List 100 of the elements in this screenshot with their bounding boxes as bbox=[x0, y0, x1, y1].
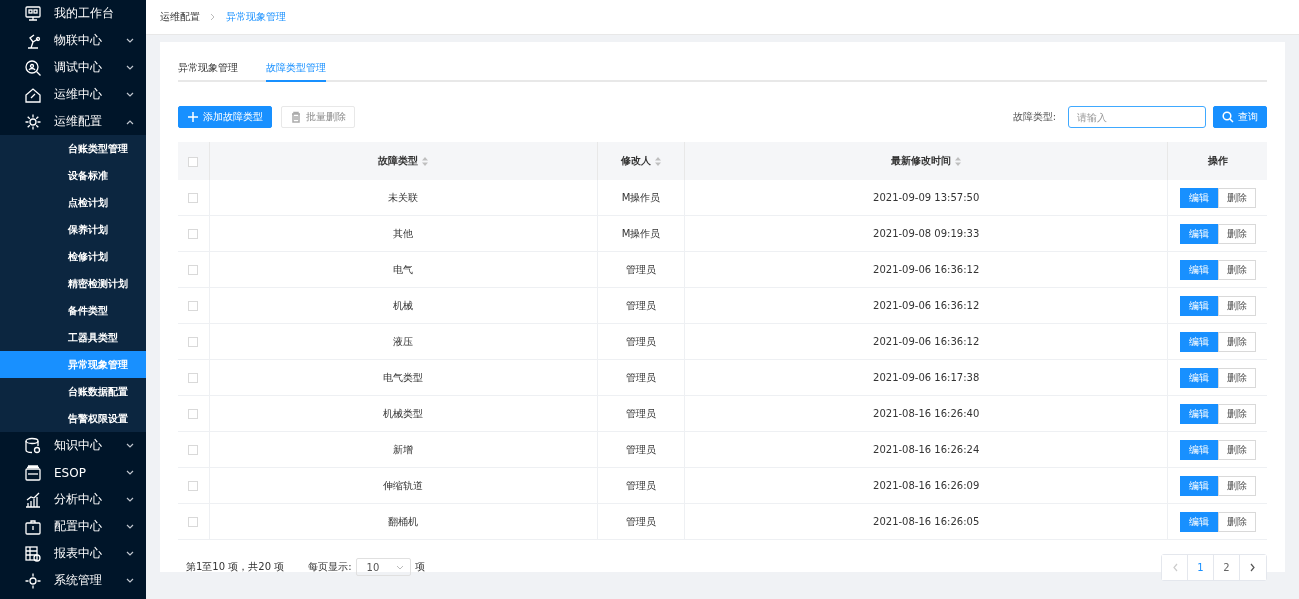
sidebar-menu-item[interactable]: 运维中心 bbox=[0, 81, 146, 108]
sidebar-menu-item[interactable]: 报表中心 bbox=[0, 540, 146, 567]
submenu-item[interactable]: 工器具类型 bbox=[0, 324, 146, 351]
table-cell: 电气类型 bbox=[383, 371, 424, 383]
sidebar-menu-item[interactable]: ESOP bbox=[0, 459, 146, 486]
bar-chart-icon bbox=[24, 490, 42, 509]
row-checkbox[interactable] bbox=[188, 481, 199, 491]
row-checkbox[interactable] bbox=[188, 229, 199, 239]
search-icon bbox=[1222, 111, 1234, 123]
submenu-item[interactable]: 检修计划 bbox=[0, 243, 146, 270]
table-cell: 2021-09-06 16:36:12 bbox=[873, 264, 980, 275]
table-cell: 管理员 bbox=[626, 515, 657, 527]
delete-button[interactable]: 删除 bbox=[1217, 367, 1256, 388]
delete-button[interactable]: 删除 bbox=[1217, 295, 1256, 316]
submenu-item[interactable]: 点检计划 bbox=[0, 189, 146, 216]
delete-button[interactable]: 删除 bbox=[1217, 331, 1256, 352]
column-header: 操作 bbox=[1207, 154, 1228, 168]
table-cell: 其他 bbox=[393, 227, 414, 239]
submenu-item[interactable]: 台账类型管理 bbox=[0, 135, 146, 162]
table-cell: 管理员 bbox=[626, 443, 657, 455]
row-checkbox[interactable] bbox=[188, 373, 199, 383]
sort-icon[interactable] bbox=[955, 156, 962, 166]
page-size-select[interactable]: 10 bbox=[355, 558, 411, 576]
delete-button[interactable]: 删除 bbox=[1217, 511, 1256, 532]
table-cell: 2021-09-06 16:17:38 bbox=[873, 372, 980, 383]
gear-icon bbox=[24, 571, 42, 590]
database-icon bbox=[24, 436, 42, 455]
table-cell: 管理员 bbox=[626, 335, 657, 347]
sidebar-menu-item[interactable]: 系统管理 bbox=[0, 567, 146, 594]
table-cell: 2021-08-16 16:26:40 bbox=[873, 408, 980, 419]
table-cell: 2021-09-06 16:36:12 bbox=[873, 336, 980, 347]
table-cell: M操作员 bbox=[621, 227, 661, 239]
row-checkbox[interactable] bbox=[188, 337, 199, 347]
sidebar-menu-item[interactable]: 我的工作台 bbox=[0, 0, 146, 27]
delete-button[interactable]: 删除 bbox=[1217, 403, 1256, 424]
page-size-label: 每页显示: bbox=[308, 560, 352, 574]
row-checkbox[interactable] bbox=[188, 445, 199, 455]
next-page-button[interactable] bbox=[1240, 554, 1266, 580]
sidebar-menu-item[interactable]: 知识中心 bbox=[0, 432, 146, 459]
table-cell: 2021-09-09 13:57:50 bbox=[873, 192, 980, 203]
table-cell: 2021-09-08 09:19:33 bbox=[873, 228, 980, 239]
table-cell: 2021-09-06 16:36:12 bbox=[873, 300, 980, 311]
monitor-icon bbox=[24, 4, 42, 23]
delete-button[interactable]: 删除 bbox=[1217, 259, 1256, 280]
gear-icon bbox=[24, 112, 42, 131]
sidebar-menu-item[interactable]: 配置中心 bbox=[0, 513, 146, 540]
delete-button[interactable]: 删除 bbox=[1217, 187, 1256, 208]
table-cell: 新增 bbox=[393, 443, 414, 455]
sidebar-menu-item[interactable]: 分析中心 bbox=[0, 486, 146, 513]
fault-type-input[interactable]: 请输入 bbox=[1068, 106, 1206, 128]
submenu-item[interactable]: 告警权限设置 bbox=[0, 405, 146, 432]
chevron-right-icon bbox=[210, 13, 216, 21]
sort-icon[interactable] bbox=[422, 156, 429, 166]
sort-icon[interactable] bbox=[655, 156, 662, 166]
column-header: 最新修改时间 bbox=[891, 154, 952, 168]
submenu-item[interactable]: 备件类型 bbox=[0, 297, 146, 324]
delete-button[interactable]: 删除 bbox=[1217, 475, 1256, 496]
table-cell: 管理员 bbox=[626, 371, 657, 383]
chevron-down-icon bbox=[395, 564, 404, 570]
page-size-unit: 项 bbox=[414, 560, 425, 574]
chevron-right-icon bbox=[1250, 562, 1256, 572]
table-cell: 2021-08-16 16:26:24 bbox=[873, 444, 980, 455]
column-header: 故障类型 bbox=[378, 154, 419, 168]
page-button[interactable]: 2 bbox=[1214, 554, 1240, 580]
table-cell: 伸缩轨道 bbox=[383, 479, 424, 491]
row-checkbox[interactable] bbox=[188, 301, 199, 311]
table-cell: 2021-08-16 16:26:09 bbox=[873, 480, 980, 491]
table-cell: 2021-08-16 16:26:05 bbox=[873, 516, 980, 527]
submenu-item[interactable]: 台账数据配置 bbox=[0, 378, 146, 405]
submenu-item[interactable]: 保养计划 bbox=[0, 216, 146, 243]
box-label-icon bbox=[24, 463, 42, 482]
submenu-item[interactable]: 设备标准 bbox=[0, 162, 146, 189]
table-cell: 未关联 bbox=[388, 191, 419, 203]
row-checkbox[interactable] bbox=[188, 265, 199, 275]
spreadsheet-icon bbox=[24, 544, 42, 563]
table-cell: 管理员 bbox=[626, 299, 657, 311]
table-cell: 液压 bbox=[393, 335, 414, 347]
sidebar-menu-item[interactable]: 运维配置 bbox=[0, 108, 146, 135]
submenu-item[interactable]: 精密检测计划 bbox=[0, 270, 146, 297]
table-cell: 管理员 bbox=[626, 407, 657, 419]
table-cell: 管理员 bbox=[626, 263, 657, 275]
sidebar-menu-item[interactable]: 物联中心 bbox=[0, 27, 146, 54]
row-checkbox[interactable] bbox=[188, 193, 199, 203]
tab[interactable]: 异常现象管理 bbox=[178, 56, 238, 82]
column-header: 修改人 bbox=[621, 154, 652, 168]
row-checkbox[interactable] bbox=[188, 409, 199, 419]
row-checkbox[interactable] bbox=[188, 517, 199, 527]
delete-button[interactable]: 删除 bbox=[1217, 223, 1256, 244]
trash-icon bbox=[290, 111, 302, 123]
breadcrumb-item[interactable]: 运维配置 bbox=[160, 10, 200, 24]
magnifier-icon bbox=[24, 58, 42, 77]
plus-icon bbox=[187, 111, 199, 123]
select-all-checkbox[interactable] bbox=[188, 156, 199, 167]
table-cell: 电气 bbox=[393, 263, 414, 275]
pagination-summary: 第1至10 项，共20 项 bbox=[186, 560, 285, 574]
table-cell: 翻桶机 bbox=[388, 515, 419, 527]
delete-button[interactable]: 删除 bbox=[1217, 439, 1256, 460]
chevron-left-icon bbox=[1171, 562, 1178, 572]
sidebar-menu-item[interactable]: 调试中心 bbox=[0, 54, 146, 81]
breadcrumb-item: 异常现象管理 bbox=[226, 10, 286, 24]
